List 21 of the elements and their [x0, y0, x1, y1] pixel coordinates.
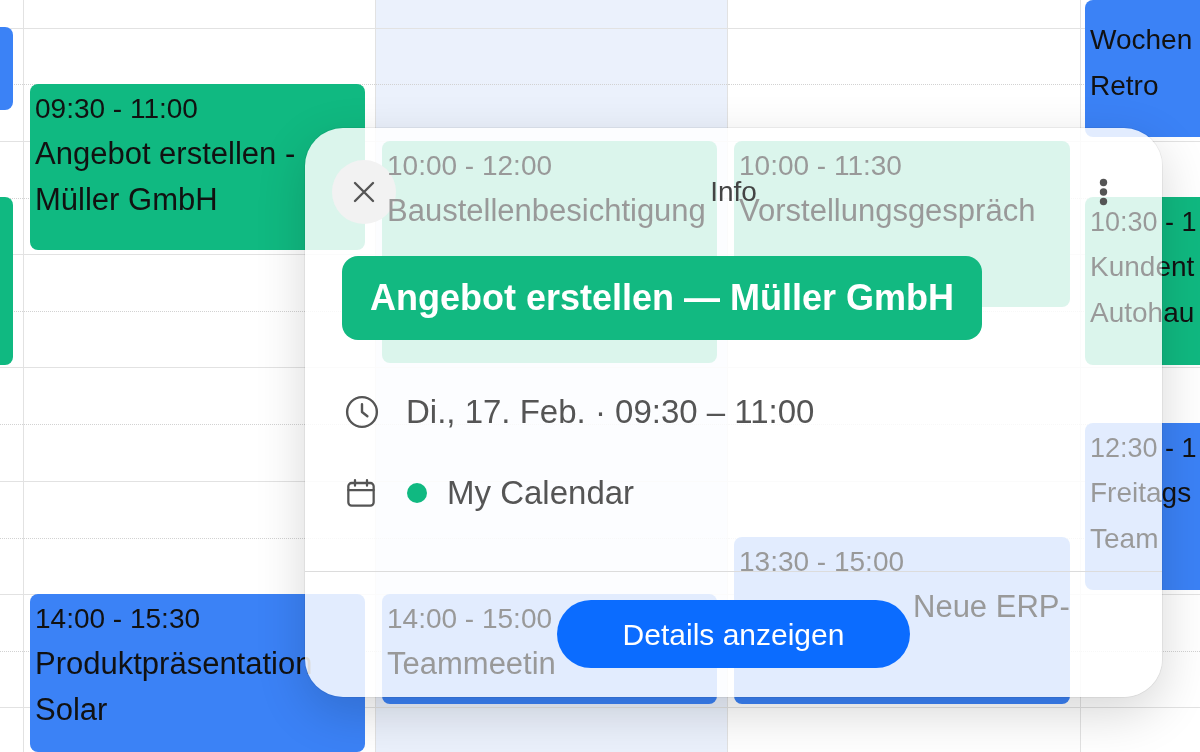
event-title: Angebot erstellen - Müller GmbH — [35, 135, 297, 219]
event-time: 13:30 - 15:00 — [739, 546, 905, 578]
clock-icon — [345, 395, 379, 429]
calendar-icon — [345, 477, 377, 509]
details-button[interactable]: Details anzeigen — [557, 600, 910, 668]
event-time: 10:00 - 11:30 — [739, 150, 902, 181]
event-title: Wochen Retro — [1090, 23, 1194, 103]
event-time: 10:00 - 12:00 — [387, 150, 553, 182]
event-time: 09:30 - 11:00 — [35, 93, 198, 125]
selected-event-title: Angebot erstellen — Müller GmbH — [342, 256, 983, 340]
event-time: 14:00 - 15:30 — [35, 603, 201, 635]
calendar-name: My Calendar — [447, 473, 635, 513]
event-title: Neue ERP- — [913, 588, 1070, 626]
calendar-event[interactable] — [0, 27, 13, 110]
event-time: 14:00 - 15:00 — [387, 603, 553, 635]
more-options-icon[interactable] — [1098, 178, 1108, 206]
event-title: Teammeetin — [387, 645, 556, 683]
event-title: Baustellenbesichtigung — [387, 192, 706, 230]
close-icon — [352, 180, 376, 204]
calendar-event[interactable]: Wochen Retro — [1085, 0, 1200, 137]
event-date-time: Di., 17. Feb. · 09:30 – 11:00 — [406, 392, 815, 432]
